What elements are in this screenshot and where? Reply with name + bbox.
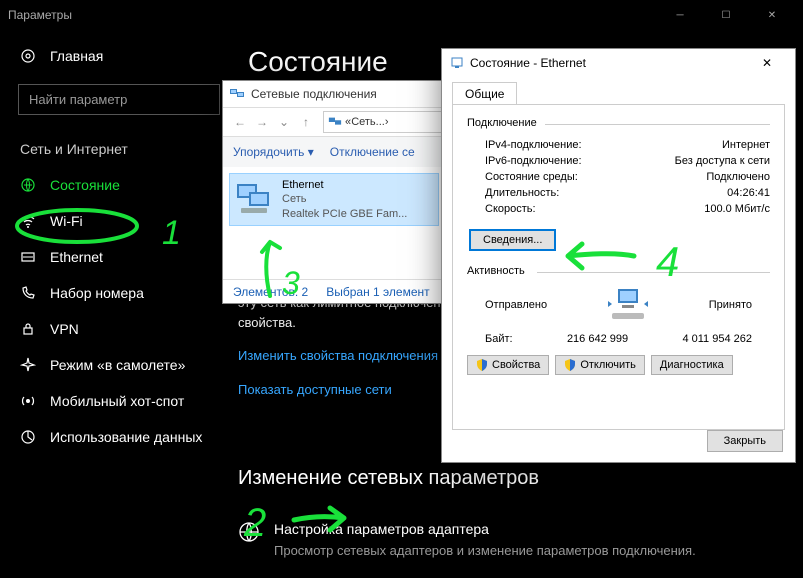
nav-dialup[interactable]: Набор номера (0, 275, 238, 311)
back-button[interactable]: ← (229, 111, 251, 133)
sent-label: Отправлено (485, 299, 547, 311)
change-section-title: Изменение сетевых параметров (238, 463, 696, 493)
disable-button[interactable]: Отключить (555, 355, 645, 375)
media-value: Подключено (706, 171, 770, 183)
tab-general[interactable]: Общие (452, 82, 517, 105)
forward-button[interactable]: → (251, 111, 273, 133)
status-selected: Выбран 1 элемент (326, 285, 429, 299)
eth-tabs: Общие (442, 77, 795, 104)
phone-icon (20, 285, 36, 301)
adapter-settings-row[interactable]: Настройка параметров адаптера Просмотр с… (238, 519, 696, 560)
sort-menu[interactable]: Упорядочить ▾ (233, 145, 314, 159)
breadcrumb-icon (328, 115, 342, 129)
ethernet-icon (20, 249, 36, 265)
adapter-name: Ethernet (282, 178, 407, 192)
search-input[interactable]: Найти параметр (18, 84, 220, 115)
airplane-icon (20, 357, 36, 373)
diagnose-button[interactable]: Диагностика (651, 355, 733, 375)
bytes-sent: 216 642 999 (567, 333, 628, 345)
speed-value: 100.0 Мбит/с (704, 203, 770, 215)
netconn-title: Сетевые подключения (251, 87, 377, 101)
nav-dialup-label: Набор номера (50, 285, 144, 301)
disable-menu[interactable]: Отключение се (330, 145, 415, 159)
status-count: Элементов: 2 (233, 285, 308, 299)
nav-airplane-label: Режим «в самолете» (50, 357, 185, 373)
received-label: Принято (709, 299, 752, 311)
nav-status[interactable]: Состояние (0, 167, 238, 203)
details-button[interactable]: Сведения... (469, 229, 556, 251)
netconn-title-icon (229, 86, 245, 102)
ipv6-value: Без доступа к сети (675, 155, 770, 167)
section-connection: Подключение (467, 117, 770, 129)
search-placeholder: Найти параметр (29, 92, 127, 107)
ethernet-status-dialog: Состояние - Ethernet ✕ Общие Подключение… (441, 48, 796, 463)
nav-ethernet[interactable]: Ethernet (0, 239, 238, 275)
adapter-settings-desc: Просмотр сетевых адаптеров и изменение п… (274, 542, 696, 560)
ipv6-label: IPv6-подключение: (485, 155, 582, 167)
maximize-button[interactable]: ☐ (703, 0, 749, 30)
nav-airplane[interactable]: Режим «в самолете» (0, 347, 238, 383)
adapter-ethernet-tile[interactable]: Ethernet Сеть Realtek PCIe GBE Fam... (229, 173, 439, 226)
vpn-icon (20, 321, 36, 337)
status-icon (20, 177, 36, 193)
close-button[interactable]: ✕ (749, 0, 795, 30)
settings-sidebar: Главная Найти параметр Сеть и Интернет С… (0, 38, 238, 455)
section-activity: Активность (467, 265, 770, 277)
activity-graphic: Отправлено Принято (485, 287, 752, 323)
minimize-button[interactable]: ─ (657, 0, 703, 30)
nav-hotspot-label: Мобильный хот-спот (50, 393, 184, 409)
adapter-icon (234, 181, 276, 217)
home-label: Главная (50, 48, 103, 64)
home-button[interactable]: Главная (0, 38, 238, 74)
nav-datausage-label: Использование данных (50, 429, 202, 445)
nav-hotspot[interactable]: Мобильный хот-спот (0, 383, 238, 419)
eth-titlebar: Состояние - Ethernet ✕ (442, 49, 795, 77)
section-label: Сеть и Интернет (0, 133, 238, 167)
close-dialog-button[interactable]: Закрыть (707, 430, 783, 452)
activity-icon (604, 287, 652, 323)
wifi-icon (20, 213, 36, 229)
ipv4-value: Интернет (722, 139, 770, 151)
nav-datausage[interactable]: Использование данных (0, 419, 238, 455)
ipv4-label: IPv4-подключение: (485, 139, 582, 151)
shield-icon (476, 359, 488, 371)
eth-tab-panel: Подключение IPv4-подключение: Интернет IP… (452, 104, 785, 430)
adapter-type: Сеть (282, 192, 407, 206)
eth-title: Состояние - Ethernet (470, 56, 747, 70)
breadcrumb-seg: Сеть... (351, 116, 385, 128)
up-button[interactable]: ↑ (295, 111, 317, 133)
nav-wifi[interactable]: Wi-Fi (0, 203, 238, 239)
media-label: Состояние среды: (485, 171, 578, 183)
properties-button[interactable]: Свойства (467, 355, 549, 375)
nav-status-label: Состояние (50, 177, 120, 193)
datausage-icon (20, 429, 36, 445)
history-dropdown[interactable]: ⌄ (273, 111, 295, 133)
duration-label: Длительность: (485, 187, 559, 199)
eth-title-icon (450, 56, 464, 70)
duration-value: 04:26:41 (727, 187, 770, 199)
nav-wifi-label: Wi-Fi (50, 213, 83, 229)
nav-ethernet-label: Ethernet (50, 249, 103, 265)
speed-label: Скорость: (485, 203, 536, 215)
adapter-device: Realtek PCIe GBE Fam... (282, 207, 407, 221)
bytes-label: Байт: (485, 333, 513, 345)
globe-icon (238, 521, 260, 560)
nav-vpn-label: VPN (50, 321, 79, 337)
bytes-received: 4 011 954 262 (682, 333, 752, 345)
adapter-settings-title: Настройка параметров адаптера (274, 519, 696, 540)
nav-vpn[interactable]: VPN (0, 311, 238, 347)
gear-icon (20, 48, 36, 64)
settings-titlebar: Параметры ─ ☐ ✕ (0, 0, 803, 30)
eth-close-button[interactable]: ✕ (747, 51, 787, 75)
window-title: Параметры (8, 8, 657, 22)
hotspot-icon (20, 393, 36, 409)
shield-icon (564, 359, 576, 371)
